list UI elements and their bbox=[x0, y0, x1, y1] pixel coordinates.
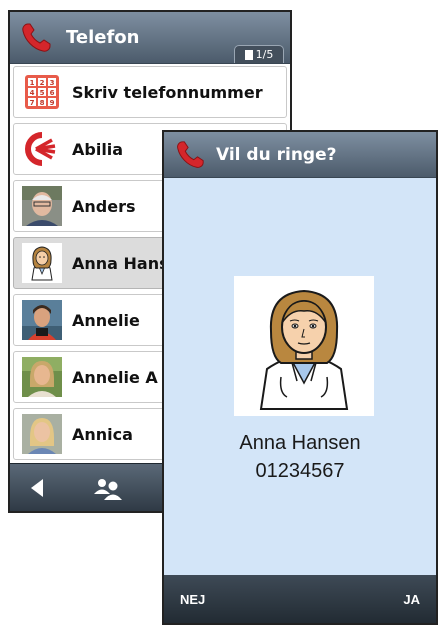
page-icon bbox=[244, 49, 253, 60]
contact-photo bbox=[22, 300, 62, 340]
dialog-footer: NEJ JA bbox=[164, 575, 436, 623]
contact-photo bbox=[22, 186, 62, 226]
svg-text:1: 1 bbox=[30, 79, 35, 87]
doctor-pictogram-icon bbox=[234, 276, 374, 416]
contact-photo bbox=[22, 414, 62, 454]
list-item-label: Annelie A bbox=[72, 367, 158, 387]
list-item-label: Skriv telefonnummer bbox=[72, 82, 263, 102]
list-item-dial-number[interactable]: 123 456 789 Skriv telefonnummer bbox=[13, 66, 287, 118]
contact-photo bbox=[22, 357, 62, 397]
svg-text:2: 2 bbox=[40, 79, 45, 87]
svg-text:3: 3 bbox=[50, 79, 55, 87]
svg-text:4: 4 bbox=[30, 89, 35, 97]
doctor-pictogram-icon bbox=[22, 243, 62, 283]
svg-text:5: 5 bbox=[40, 89, 45, 97]
page-indicator[interactable]: 1/5 bbox=[234, 45, 284, 63]
svg-text:9: 9 bbox=[50, 99, 55, 107]
contacts-icon[interactable] bbox=[80, 464, 136, 512]
phone-handset-icon bbox=[16, 18, 56, 58]
svg-text:8: 8 bbox=[40, 99, 45, 107]
list-item-label: Anders bbox=[72, 196, 136, 216]
dialog-body: Anna Hansen 01234567 bbox=[164, 178, 436, 575]
keypad-icon: 123 456 789 bbox=[22, 72, 62, 112]
no-button[interactable]: NEJ bbox=[176, 586, 209, 613]
phone-handset-icon bbox=[170, 135, 210, 175]
app-title: Telefon bbox=[66, 27, 140, 48]
abilia-logo-icon bbox=[22, 129, 62, 169]
page-indicator-text: 1/5 bbox=[255, 48, 274, 61]
svg-text:7: 7 bbox=[30, 99, 35, 107]
dialog-title: Vil du ringe? bbox=[216, 144, 337, 165]
dialog-title-bar: Vil du ringe? bbox=[164, 132, 436, 178]
contact-number: 01234567 bbox=[255, 460, 345, 482]
phone-title-bar: Telefon 1/5 bbox=[10, 12, 290, 64]
call-confirm-dialog: Vil du ringe? Anna Hansen 01234567 NEJ J… bbox=[162, 130, 438, 625]
list-item-label: Annica bbox=[72, 424, 133, 444]
yes-button[interactable]: JA bbox=[399, 586, 424, 613]
list-item-label: Annelie bbox=[72, 310, 140, 330]
list-item-label: Abilia bbox=[72, 139, 124, 159]
back-arrow-icon[interactable] bbox=[10, 464, 66, 512]
svg-text:6: 6 bbox=[50, 89, 55, 97]
contact-name: Anna Hansen bbox=[239, 432, 361, 454]
